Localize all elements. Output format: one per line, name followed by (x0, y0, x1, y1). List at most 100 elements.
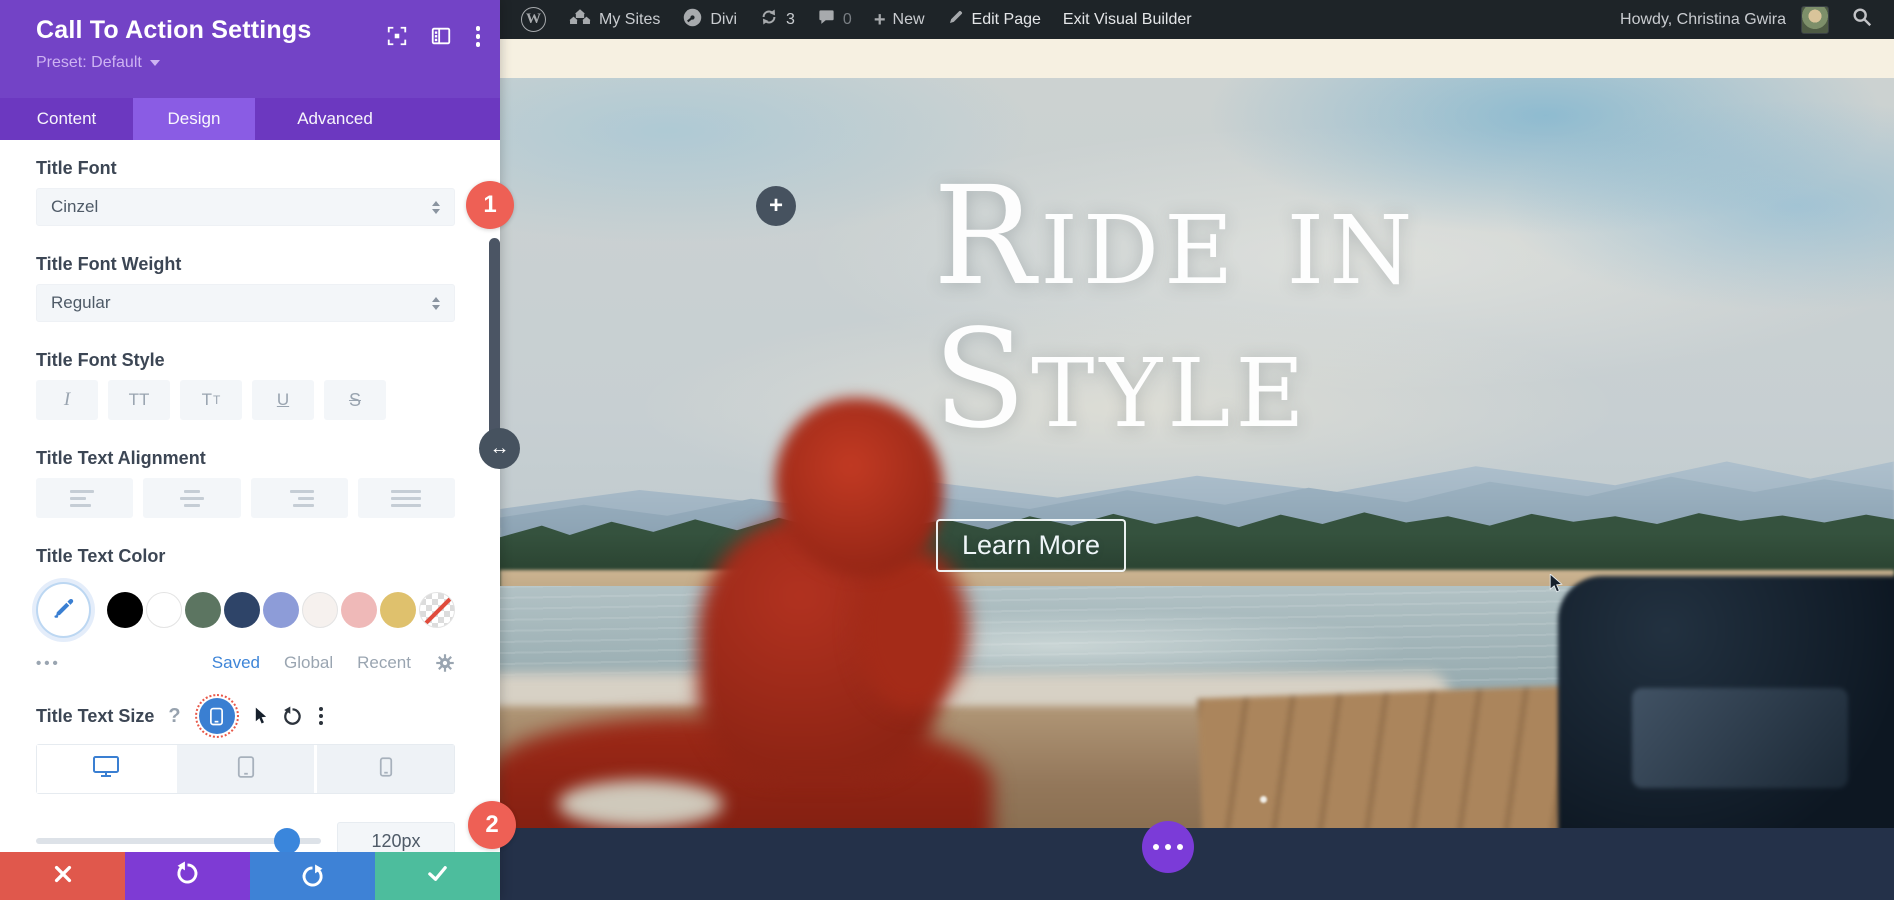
site-preview: W My Sites Divi (500, 0, 1894, 900)
redo-button[interactable] (250, 852, 375, 900)
text-alignment-buttons (36, 478, 455, 518)
phone-tab[interactable] (317, 745, 454, 793)
align-right-button[interactable] (251, 478, 348, 518)
avatar (1801, 6, 1829, 34)
exit-visual-builder-label: Exit Visual Builder (1063, 11, 1192, 29)
recent-colors-tab[interactable]: Recent (357, 653, 411, 673)
uppercase-button[interactable]: TT (108, 380, 170, 420)
wordpress-menu[interactable]: W (510, 0, 557, 39)
comments-menu[interactable]: 0 (806, 0, 863, 39)
swatch-white[interactable] (146, 592, 182, 628)
mouse-cursor-icon (1548, 574, 1565, 600)
edit-page-menu[interactable]: Edit Page (936, 0, 1052, 39)
tablet-tab[interactable] (177, 745, 314, 793)
discard-button[interactable] (0, 852, 125, 900)
align-left-icon (70, 490, 100, 507)
phone-icon (379, 756, 393, 783)
dot (1153, 844, 1159, 850)
size-value-input[interactable]: 120px (337, 822, 455, 852)
comment-bubble-icon (817, 8, 836, 32)
expand-modal-icon[interactable] (386, 25, 408, 47)
pencil-icon (947, 8, 965, 31)
new-menu[interactable]: + New (863, 0, 936, 39)
strikethrough-button[interactable]: S (324, 380, 386, 420)
undo-button[interactable] (125, 852, 250, 900)
howdy-label: Howdy, Christina Gwira (1620, 11, 1786, 29)
close-icon (52, 863, 74, 890)
more-colors-button[interactable]: ••• (36, 655, 61, 672)
panel-menu-icon[interactable] (474, 24, 483, 49)
console-screen (1632, 688, 1848, 788)
global-colors-tab[interactable]: Global (284, 653, 333, 673)
title-font-weight-label: Title Font Weight (36, 254, 455, 275)
my-sites-menu[interactable]: My Sites (557, 0, 671, 39)
swatch-none[interactable] (419, 592, 455, 628)
hero-section: + Ride in Style Learn More (500, 78, 1894, 828)
learn-more-button[interactable]: Learn More (936, 519, 1126, 572)
color-picker-row (36, 579, 455, 641)
tab-advanced[interactable]: Advanced (255, 98, 415, 140)
title-text-size-row: Title Text Size ? (36, 697, 455, 735)
edit-page-label: Edit Page (972, 11, 1041, 29)
hover-mode-cursor-icon[interactable] (253, 707, 268, 726)
align-justify-button[interactable] (358, 478, 455, 518)
size-slider[interactable] (36, 838, 321, 844)
help-icon[interactable]: ? (168, 705, 180, 728)
add-section-button[interactable]: + (756, 186, 796, 226)
panel-header-icons (386, 24, 483, 49)
swatch-black[interactable] (107, 592, 143, 628)
cta-title[interactable]: Ride in Style (933, 166, 1417, 452)
italic-button[interactable]: I (36, 380, 98, 420)
reset-icon[interactable] (282, 706, 303, 727)
tab-content[interactable]: Content (0, 98, 133, 140)
panel-tabs: Content Design Advanced (0, 98, 500, 140)
saved-colors-tab[interactable]: Saved (212, 653, 260, 673)
swatch-navy[interactable] (224, 592, 260, 628)
divi-menu[interactable]: Divi (671, 0, 748, 39)
align-center-button[interactable] (143, 478, 240, 518)
chevron-down-icon (150, 60, 160, 66)
device-tabs (36, 744, 455, 794)
slider-handle[interactable] (274, 828, 300, 852)
preset-selector[interactable]: Preset: Default (36, 54, 160, 72)
title-font-weight-select[interactable]: Regular (36, 284, 455, 322)
color-settings-gear-icon[interactable] (435, 653, 455, 673)
updates-menu[interactable]: 3 (748, 0, 806, 39)
swatch-periwinkle[interactable] (263, 592, 299, 628)
page-background-strip (500, 39, 1894, 78)
swatch-offwhite[interactable] (302, 592, 338, 628)
swatch-green[interactable] (185, 592, 221, 628)
swatch-gold[interactable] (380, 592, 416, 628)
panel-resize-handle[interactable]: ↔ (479, 428, 520, 469)
small-caps-button[interactable]: TT (180, 380, 242, 420)
color-swatches (107, 592, 455, 628)
page-settings-button[interactable] (1142, 821, 1194, 873)
water-speck (1260, 796, 1267, 803)
panel-layout-icon[interactable] (430, 25, 452, 47)
tab-design[interactable]: Design (133, 98, 255, 140)
panel-footer (0, 852, 500, 900)
wp-admin-bar: W My Sites Divi (500, 0, 1894, 39)
title-text-alignment-label: Title Text Alignment (36, 448, 455, 469)
panel-scrollbar[interactable] (489, 238, 500, 438)
title-font-select[interactable]: Cinzel (36, 188, 455, 226)
search-icon (1851, 6, 1873, 33)
save-button[interactable] (375, 852, 500, 900)
eyedropper-button[interactable] (36, 582, 91, 638)
search-button[interactable] (1840, 0, 1884, 39)
font-style-buttons: I TT TT U S (36, 380, 455, 420)
align-left-button[interactable] (36, 478, 133, 518)
admin-bar-left: W My Sites Divi (500, 0, 1203, 39)
underline-button[interactable]: U (252, 380, 314, 420)
plus-icon: + (874, 10, 886, 30)
account-menu[interactable]: Howdy, Christina Gwira (1609, 0, 1840, 39)
align-center-icon (177, 490, 207, 507)
options-kebab-icon[interactable] (317, 705, 325, 727)
my-sites-label: My Sites (599, 11, 660, 29)
exit-visual-builder[interactable]: Exit Visual Builder (1052, 0, 1203, 39)
title-font-value: Cinzel (51, 197, 98, 217)
select-arrows-icon (432, 297, 440, 310)
swatch-pink[interactable] (341, 592, 377, 628)
desktop-tab[interactable] (37, 745, 174, 793)
responsive-mode-button[interactable] (199, 698, 235, 734)
